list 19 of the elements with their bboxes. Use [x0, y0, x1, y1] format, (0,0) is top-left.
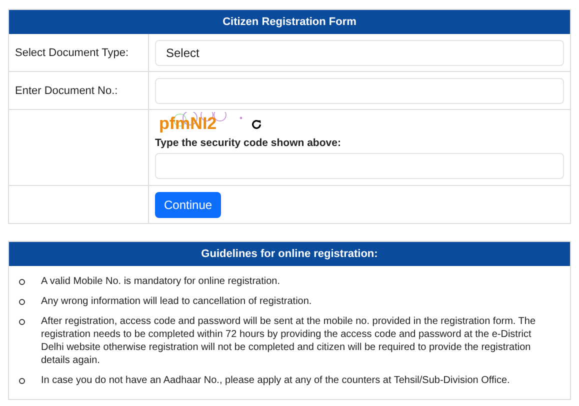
guideline-text: Any wrong information will lead to cancellation of registration. [41, 295, 313, 308]
continue-button[interactable]: Continue [155, 192, 222, 218]
guideline-text: A valid Mobile No. is mandatory for online registration. [41, 275, 282, 288]
captcha-image: pfmNI2 [155, 112, 243, 136]
bullet-icon [19, 319, 25, 325]
bullet-icon [19, 279, 25, 285]
security-code-field[interactable] [155, 153, 564, 179]
document-number-field[interactable] [155, 78, 564, 104]
bullet-icon [19, 378, 25, 384]
guideline-text: After registration, access code and password will be sent at the mobile no. provided in the registration form. The registration needs to be completed within 72 hours by providing the access code and password at the e-District Delhi website otherwise registration will not be completed and citizen will be required to provide the registration details again. [41, 315, 537, 367]
refresh-icon[interactable] [251, 118, 262, 130]
guideline-text: In case you do not have an Aadhaar No., please apply at any of the counters at Tehsil/Sub-Division Office. [41, 374, 511, 387]
captcha-label: Type the security code shown above: [155, 137, 342, 149]
document-type-select[interactable]: Select [155, 40, 564, 66]
field-label: Select Document Type: [15, 46, 129, 58]
guidelines-title: Guidelines for online registration: [9, 242, 570, 266]
field-label: Enter Document No.: [15, 84, 118, 96]
bullet-icon [19, 299, 25, 305]
form-title: Citizen Registration Form [9, 10, 570, 34]
